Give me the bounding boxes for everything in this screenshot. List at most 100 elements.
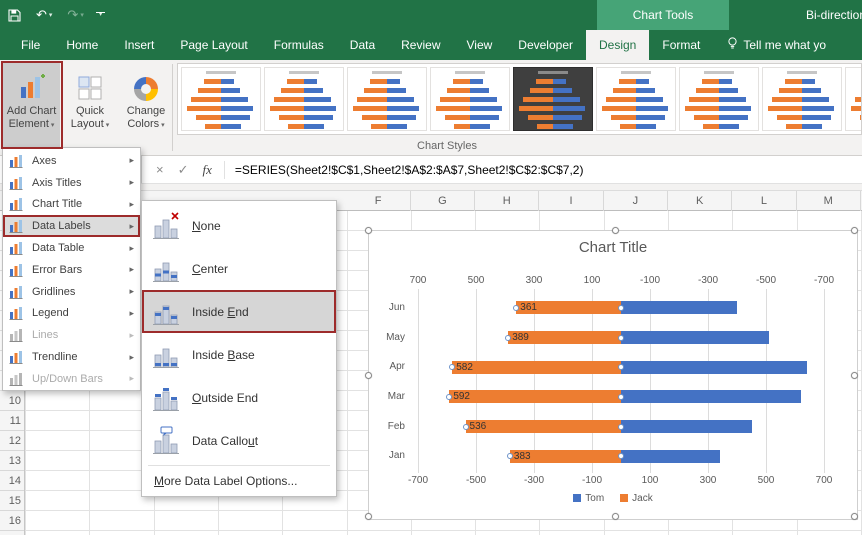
row-header-16[interactable]: 16	[0, 511, 24, 531]
menu-item-chart-title[interactable]: Chart Title ▸	[3, 194, 140, 216]
bar-tom-may[interactable]	[621, 331, 769, 344]
menu-item-trendline[interactable]: Trendline ▸	[3, 346, 140, 368]
column-header-j[interactable]: J	[604, 191, 668, 211]
series-selection-handle[interactable]	[618, 304, 624, 311]
chart-selection-handle[interactable]	[365, 372, 372, 379]
submenu-item-label: None	[192, 218, 221, 233]
chart-style-thumbnail[interactable]	[679, 67, 759, 131]
tab-developer[interactable]: Developer	[505, 30, 586, 60]
menu-item-gridlines[interactable]: Gridlines ▸	[3, 281, 140, 303]
bar-tom-jun[interactable]	[621, 301, 737, 315]
submenu-item-outside-end[interactable]: Outside End	[142, 376, 336, 419]
chart-selection-handle[interactable]	[612, 513, 619, 520]
formula-input[interactable]: =SERIES(Sheet2!$C$1,Sheet2!$A$2:$A$7,She…	[235, 163, 584, 177]
tab-home[interactable]: Home	[53, 30, 111, 60]
submenu-item-inside-end[interactable]: Inside End	[142, 290, 336, 333]
row-header-11[interactable]: 11	[0, 411, 24, 431]
thumb-title-line	[704, 71, 734, 74]
thumb-title-line	[206, 71, 236, 74]
ribbon-group-separator	[172, 64, 173, 151]
series-selection-handle[interactable]	[505, 334, 512, 341]
plot-gridline	[534, 289, 535, 473]
bar-tom-feb[interactable]	[621, 420, 752, 433]
row-header-12[interactable]: 12	[0, 431, 24, 451]
chart-style-thumbnail[interactable]	[762, 67, 842, 131]
cancel-icon[interactable]: ×	[156, 162, 164, 177]
chart-selection-handle[interactable]	[365, 513, 372, 520]
enter-icon[interactable]: ✓	[178, 162, 189, 178]
row-header-15[interactable]: 15	[0, 491, 24, 511]
row-header-10[interactable]: 10	[0, 391, 24, 411]
customize-qat-icon[interactable]: ▾	[96, 11, 106, 18]
column-header-k[interactable]: K	[668, 191, 733, 211]
submenu-item-inside-base[interactable]: Inside Base	[142, 333, 336, 376]
menu-item-data-labels[interactable]: Data Labels ▸	[3, 215, 140, 238]
chart-style-thumbnail[interactable]	[264, 67, 344, 131]
submenu-arrow-icon: ▸	[129, 155, 134, 166]
menu-item-label: Chart Title	[32, 198, 83, 211]
chart-selection-handle[interactable]	[851, 513, 858, 520]
embedded-chart[interactable]: Chart Title 700 500 300 100 -100 -300 -500 -700…	[365, 227, 858, 520]
tab-design[interactable]: Design	[586, 30, 650, 60]
tab-page-layout[interactable]: Page Layout	[167, 30, 260, 60]
chart-style-thumbnail[interactable]	[845, 67, 861, 131]
quick-layout-button[interactable]: Quick Layout ▾	[64, 63, 116, 147]
chart-style-thumbnail[interactable]	[596, 67, 676, 131]
undo-button[interactable]: ↶ ▾	[36, 7, 52, 23]
tab-insert[interactable]: Insert	[111, 30, 167, 60]
chart-selection-handle[interactable]	[851, 372, 858, 379]
chart-style-thumbnail[interactable]	[430, 67, 510, 131]
tab-view[interactable]: View	[454, 30, 506, 60]
column-header-f[interactable]: F	[347, 191, 411, 211]
column-header-h[interactable]: H	[475, 191, 540, 211]
submenu-item-none[interactable]: None	[142, 204, 336, 247]
menu-item-axes[interactable]: Axes ▸	[3, 150, 140, 172]
series-selection-handle[interactable]	[618, 423, 624, 430]
column-header-i[interactable]: I	[539, 191, 604, 211]
bar-tom-mar[interactable]	[621, 390, 801, 404]
axis-bottom-tick: -100	[581, 475, 602, 486]
chart-selection-handle[interactable]	[612, 227, 619, 234]
menu-item-legend[interactable]: Legend ▸	[3, 303, 140, 325]
tab-file[interactable]: File	[8, 30, 53, 60]
chart-selection-handle[interactable]	[851, 227, 858, 234]
row-header-13[interactable]: 13	[0, 451, 24, 471]
column-header-l[interactable]: L	[732, 191, 797, 211]
insert-function-icon[interactable]: fx	[203, 162, 212, 178]
chart-style-thumbnail[interactable]	[181, 67, 261, 131]
outside-end-icon	[150, 382, 182, 414]
bar-tom-jan[interactable]	[621, 449, 720, 463]
add-chart-element-button[interactable]: Add Chart Element ▾	[3, 63, 60, 147]
bar-jack-apr[interactable]	[452, 360, 621, 374]
chart-legend[interactable]: Tom Jack	[369, 493, 857, 504]
menu-item-axis-titles[interactable]: Axis Titles ▸	[3, 172, 140, 194]
submenu-item-center[interactable]: Center	[142, 247, 336, 290]
menu-item-data-table[interactable]: Data Table ▸	[3, 237, 140, 259]
tell-me-box[interactable]: Tell me what yo	[727, 30, 826, 60]
data-callout-icon	[150, 425, 182, 457]
axis-bottom-tick: -300	[523, 475, 544, 486]
submenu-item-data-callout[interactable]: Data Callout	[142, 419, 336, 462]
chart-style-thumbnail[interactable]	[513, 67, 593, 131]
tab-data[interactable]: Data	[337, 30, 388, 60]
chart-style-thumbnail[interactable]	[347, 67, 427, 131]
save-icon[interactable]	[8, 8, 21, 22]
gridlines-icon	[9, 284, 25, 300]
plot-gridline	[650, 289, 651, 473]
menu-item-error-bars[interactable]: Error Bars ▸	[3, 259, 140, 281]
tab-formulas[interactable]: Formulas	[261, 30, 337, 60]
row-header-14[interactable]: 14	[0, 471, 24, 491]
change-colors-button[interactable]: Change Colors ▾	[120, 63, 172, 147]
bar-jack-mar[interactable]	[449, 390, 621, 404]
series-selection-handle[interactable]	[618, 393, 624, 400]
bar-tom-apr[interactable]	[621, 360, 807, 374]
chart-selection-handle[interactable]	[365, 227, 372, 234]
series-selection-handle[interactable]	[462, 423, 469, 430]
series-selection-handle[interactable]	[618, 334, 624, 341]
tab-format[interactable]: Format	[649, 30, 713, 60]
bar-jack-feb[interactable]	[465, 420, 621, 433]
column-header-m[interactable]: M	[797, 191, 861, 211]
column-header-g[interactable]: G	[411, 191, 476, 211]
tab-review[interactable]: Review	[388, 30, 453, 60]
submenu-item-more-data-label-options[interactable]: More Data Label Options...	[142, 469, 336, 493]
